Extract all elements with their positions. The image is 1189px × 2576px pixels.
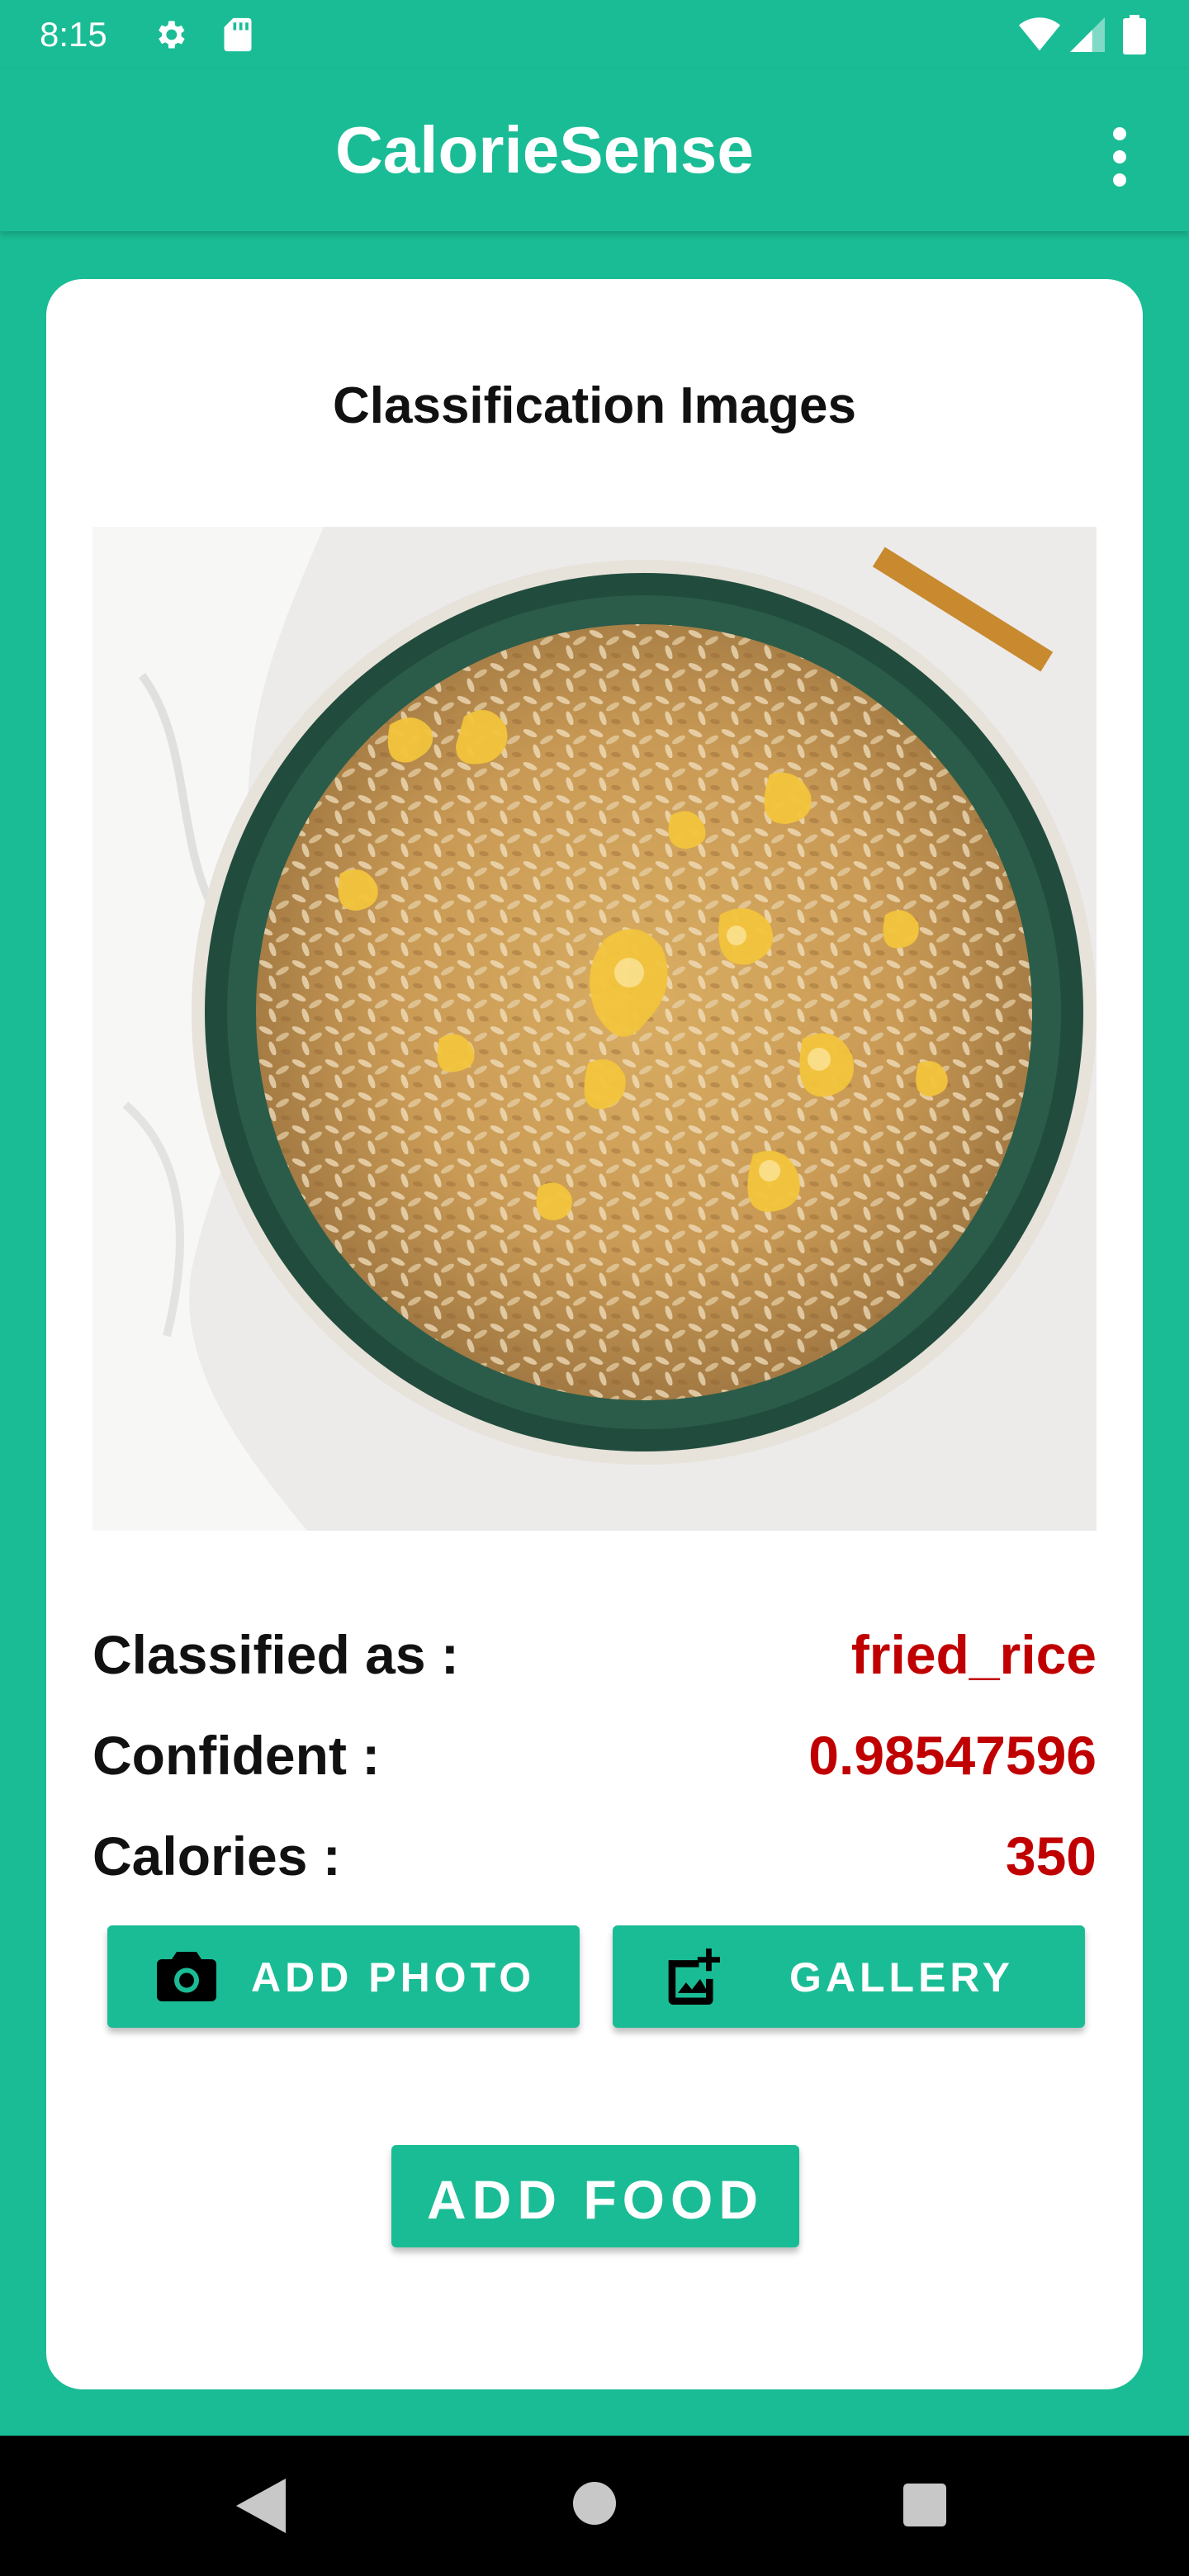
recents-icon[interactable] xyxy=(903,2484,946,2526)
add-photo-alternate-icon xyxy=(668,1949,720,2005)
calories-value: 350 xyxy=(1005,1825,1097,1887)
wifi-icon xyxy=(1019,17,1060,51)
gallery-button[interactable]: GALLERY xyxy=(613,1925,1085,2028)
app-title: CalorieSense xyxy=(335,113,754,187)
cell-signal-icon xyxy=(1070,17,1105,52)
gear-icon xyxy=(159,21,185,49)
classification-card: Classification Images Classified as: fr… xyxy=(46,279,1143,2389)
classified-row: Classified as : fried_rice xyxy=(92,1623,1097,1698)
battery-icon xyxy=(1123,15,1146,54)
food-image xyxy=(92,527,1097,1531)
navigation-bar xyxy=(0,2436,1189,2576)
calories-label: Calories : xyxy=(92,1825,341,1887)
add-photo-label: ADD PHOTO xyxy=(251,1954,536,2001)
card-title: Classification Images xyxy=(332,377,857,434)
classified-value: fried_rice xyxy=(850,1624,1097,1685)
add-food-label: ADD FOOD xyxy=(427,2169,764,2230)
add-food-button[interactable]: ADD FOOD xyxy=(391,2145,799,2247)
gallery-label: GALLERY xyxy=(789,1954,1015,2001)
confident-label: Confident : xyxy=(92,1725,381,1786)
calories-row: Calories : 350 xyxy=(92,1825,1097,1899)
sd-card-icon xyxy=(224,17,252,52)
home-icon[interactable] xyxy=(573,2482,616,2525)
status-time: 8:15 xyxy=(40,15,107,54)
confident-row: Confident : 0.98547596 xyxy=(92,1724,1097,1798)
add-photo-button[interactable]: ADD PHOTO xyxy=(107,1925,580,2028)
back-icon[interactable] xyxy=(236,2479,286,2533)
status-bar: 8:15 xyxy=(0,0,1189,69)
app-bar: CalorieSense xyxy=(0,69,1189,231)
classified-label: Classified as : xyxy=(92,1624,459,1685)
camera-icon xyxy=(157,1952,216,2001)
confident-value: 0.98547596 xyxy=(808,1725,1097,1786)
more-vert-icon[interactable] xyxy=(1103,124,1136,190)
